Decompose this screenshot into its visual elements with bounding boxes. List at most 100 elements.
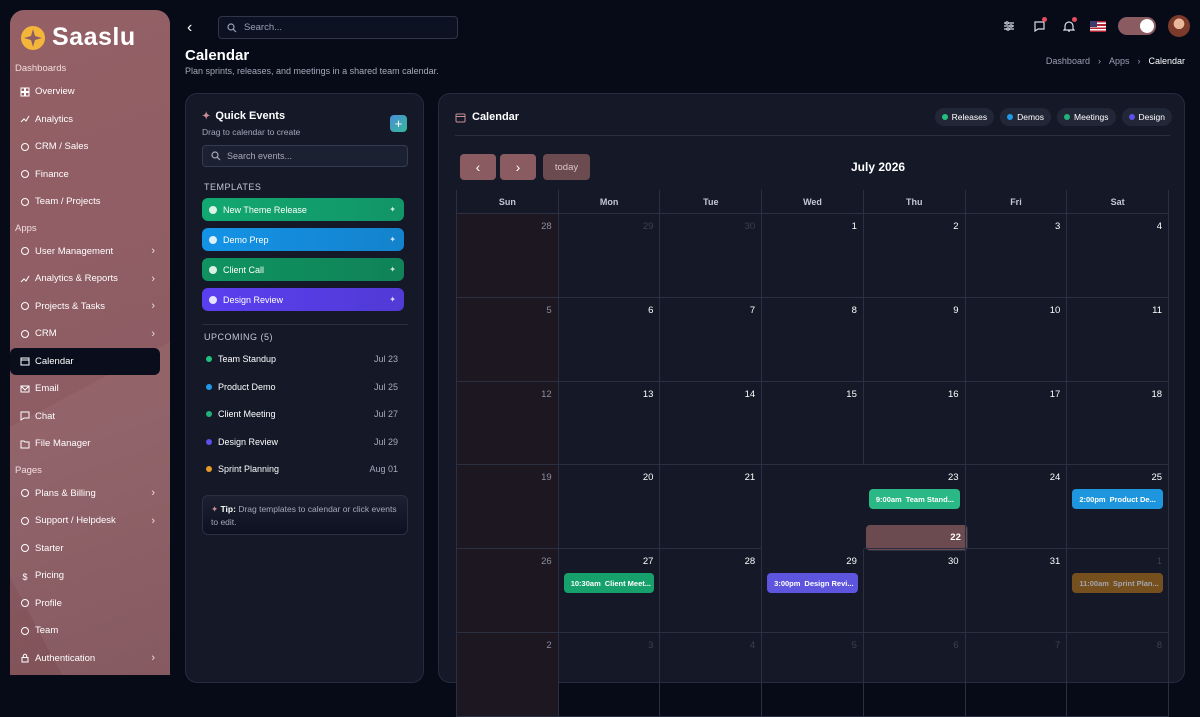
calendar-day-cell[interactable]: 28 <box>660 549 763 633</box>
calendar-day-cell[interactable]: 16 <box>863 381 966 466</box>
upcoming-item[interactable]: Design Review Jul 29 <box>206 437 398 447</box>
upcoming-item[interactable]: Client Meeting Jul 27 <box>206 409 398 419</box>
calendar-day-cell[interactable]: 5 <box>457 297 559 382</box>
sidebar-item-authentication[interactable]: Authentication › <box>10 645 170 673</box>
legend-meetings[interactable]: Meetings <box>1057 108 1116 126</box>
template-design-review[interactable]: Design Review ✦ <box>202 288 404 311</box>
legend-design[interactable]: Design <box>1121 108 1172 126</box>
calendar-day-cell[interactable]: 1 <box>762 214 864 298</box>
calendar-day-cell[interactable]: 29 3:00pm Design Revi... <box>762 549 864 633</box>
calendar-day-cell[interactable]: 23 9:00am Team Stand... <box>863 465 966 550</box>
settings-sliders-icon[interactable] <box>1000 17 1018 35</box>
back-icon[interactable]: ‹ <box>187 19 192 37</box>
messages-icon[interactable] <box>1030 17 1048 35</box>
calendar-day-cell[interactable]: 10 <box>965 297 1068 382</box>
theme-toggle[interactable] <box>1118 17 1156 35</box>
calendar-event[interactable]: 11:00am Sprint Plan... <box>1072 573 1164 594</box>
calendar-day-cell[interactable]: 7 <box>660 297 763 382</box>
calendar-day-cell[interactable]: 29 <box>558 214 661 298</box>
sidebar-item-label: Team <box>35 625 59 637</box>
add-event-button[interactable]: + <box>390 115 407 132</box>
calendar-day-cell[interactable]: 15 <box>762 381 864 466</box>
calendar-day-cell[interactable]: 2 <box>863 214 966 298</box>
logo[interactable]: Saaslu <box>10 10 170 56</box>
calendar-day-cell[interactable]: 21 <box>660 465 763 550</box>
avatar[interactable] <box>1168 15 1190 37</box>
event-search-placeholder: Search events... <box>227 151 293 161</box>
breadcrumb-apps[interactable]: Apps <box>1109 56 1130 66</box>
today-button[interactable]: today <box>543 154 590 180</box>
page-title: Calendar <box>185 47 250 64</box>
prev-month-button[interactable]: ‹ <box>460 154 496 180</box>
template-label: New Theme Release <box>223 204 307 215</box>
calendar-day-cell[interactable]: 31 <box>965 549 1068 633</box>
breadcrumb-dashboard[interactable]: Dashboard <box>1046 56 1090 66</box>
upcoming-item[interactable]: Product Demo Jul 25 <box>206 382 398 392</box>
calendar-day-cell[interactable]: 13 <box>558 381 661 466</box>
calendar-day-cell[interactable]: 27 10:30am Client Meet... <box>558 549 661 633</box>
sidebar-item-team-projects[interactable]: Team / Projects <box>10 188 170 216</box>
sidebar-item-analytics-reports[interactable]: Analytics & Reports › <box>10 265 170 293</box>
sidebar-item-starter[interactable]: Starter <box>10 535 170 563</box>
calendar-day-cell[interactable]: 19 <box>457 465 559 550</box>
calendar-day-cell[interactable]: 20 <box>558 465 661 550</box>
topbar: ‹ Search... <box>180 10 1200 46</box>
calendar-event[interactable]: 3:00pm Design Revi... <box>767 573 858 594</box>
sidebar-item-calendar[interactable]: Calendar <box>10 347 160 375</box>
calendar-day-cell[interactable]: 17 <box>965 381 1068 466</box>
calendar-event[interactable]: 10:30am Client Meet... <box>563 573 655 594</box>
sidebar-item-email[interactable]: Email <box>10 375 170 403</box>
calendar-event[interactable]: 2:00pm Product De... <box>1072 489 1164 510</box>
event-title: Client Meet... <box>604 578 652 588</box>
sidebar-item-pricing[interactable]: $ Pricing <box>10 562 170 590</box>
sidebar-item-overview[interactable]: Overview <box>10 78 170 106</box>
calendar-day-cell[interactable]: 8 <box>762 297 864 382</box>
sidebar-item-analytics[interactable]: Analytics <box>10 106 170 134</box>
sidebar-item-user-management[interactable]: User Management › <box>10 238 170 266</box>
calendar-day-cell[interactable]: 1 11:00am Sprint Plan... <box>1067 549 1170 633</box>
sidebar-item-team[interactable]: Team <box>10 617 170 645</box>
calendar-day-cell[interactable]: 30 <box>660 214 763 298</box>
calendar-day-cell[interactable]: 6 <box>558 297 661 382</box>
template-new-theme-release[interactable]: New Theme Release ✦ <box>202 198 404 221</box>
calendar-day-cell[interactable]: 3 <box>965 214 1068 298</box>
sidebar-item-chat[interactable]: Chat <box>10 403 170 431</box>
calendar-day-cell[interactable]: 24 <box>965 465 1068 550</box>
legend-releases[interactable]: Releases <box>934 108 995 126</box>
sidebar-item-profile[interactable]: Profile <box>10 590 170 618</box>
us-flag-icon[interactable] <box>1090 20 1106 32</box>
legend-demos[interactable]: Demos <box>1000 108 1052 126</box>
wallet-icon <box>20 169 30 179</box>
calendar-day-cell[interactable]: 14 <box>660 381 763 466</box>
search-input[interactable]: Search... <box>218 16 458 39</box>
calendar-day-cell[interactable]: 12 <box>457 381 559 466</box>
calendar-day-cell[interactable]: 4 <box>1067 214 1170 298</box>
day-number: 9 <box>953 304 959 316</box>
upcoming-item[interactable]: Team Standup Jul 23 <box>206 354 398 364</box>
sidebar-item-file-manager[interactable]: File Manager <box>10 430 170 458</box>
sidebar-item-label: Plans & Billing <box>35 487 96 499</box>
upcoming-item[interactable]: Sprint Planning Aug 01 <box>206 464 398 474</box>
sidebar-item-crm-sales[interactable]: CRM / Sales <box>10 133 170 161</box>
event-search-input[interactable]: Search events... <box>202 145 408 167</box>
day-number: 27 <box>642 556 654 568</box>
calendar-day-cell[interactable]: 18 <box>1067 381 1170 466</box>
calendar-day-cell[interactable]: 9 <box>863 297 966 382</box>
bell-icon[interactable] <box>1060 17 1078 35</box>
next-month-button[interactable]: › <box>500 154 536 180</box>
calendar-event[interactable]: 9:00am Team Stand... <box>868 489 960 510</box>
calendar-day-cell[interactable]: 25 2:00pm Product De... <box>1067 465 1170 550</box>
sidebar-item-finance[interactable]: Finance <box>10 161 170 189</box>
calendar-day-cell[interactable]: 28 <box>457 214 559 298</box>
sidebar-item-support-helpdesk[interactable]: Support / Helpdesk › <box>10 507 170 535</box>
template-client-call[interactable]: Client Call ✦ <box>202 258 404 281</box>
sidebar-item-projects-tasks[interactable]: Projects & Tasks › <box>10 293 170 321</box>
sidebar-item-plans-billing[interactable]: Plans & Billing › <box>10 480 170 508</box>
calendar-day-cell[interactable]: 11 <box>1067 297 1170 382</box>
sidebar-item-label: Team / Projects <box>35 196 101 208</box>
calendar-day-cell[interactable]: 30 <box>863 549 966 633</box>
sidebar-item-label: Authentication <box>35 652 96 664</box>
sidebar-item-crm[interactable]: CRM › <box>10 320 170 348</box>
template-demo-prep[interactable]: Demo Prep ✦ <box>202 228 404 251</box>
calendar-day-cell[interactable]: 26 <box>457 549 559 633</box>
